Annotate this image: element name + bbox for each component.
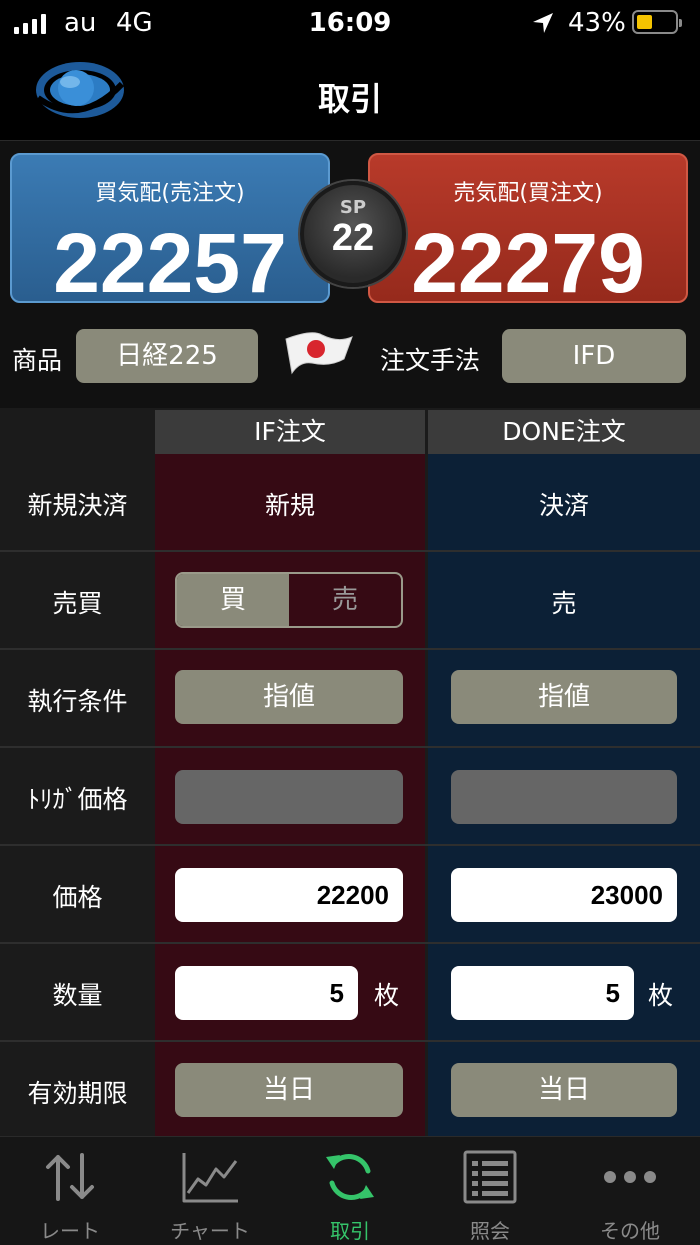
if-trigger-field[interactable]	[175, 770, 403, 824]
tab-trade-label: 取引	[330, 1219, 370, 1243]
chart-icon	[182, 1153, 238, 1203]
method-label: 注文手法	[380, 346, 481, 375]
if-exec-select[interactable]: 指値	[175, 670, 403, 724]
spread-badge: SP 22	[300, 181, 406, 287]
row-divider	[0, 844, 700, 846]
row-divider	[0, 648, 700, 650]
expiry-label: 有効期限	[27, 1079, 128, 1108]
battery-percent: 43%	[568, 8, 626, 38]
done-side-value: 売	[551, 589, 577, 618]
done-exec-select[interactable]: 指値	[451, 670, 677, 724]
tab-trade[interactable]: 取引	[280, 1137, 420, 1245]
done-new-close-value[interactable]: 決済	[428, 486, 700, 522]
tab-rate[interactable]: レート	[0, 1137, 140, 1245]
price-panel: 買気配(売注文) 22257 売気配(買注文) 22279 SP 22 商品 日…	[0, 140, 700, 409]
done-trigger-field[interactable]	[451, 770, 677, 824]
trigger-price-label: ﾄﾘｶﾞ価格	[27, 785, 128, 814]
tab-more[interactable]: その他	[560, 1137, 700, 1245]
tab-inquiry[interactable]: 照会	[420, 1137, 560, 1245]
trade-refresh-icon	[326, 1154, 374, 1200]
done-price-input[interactable]: 23000	[451, 868, 677, 922]
ask-quote-box[interactable]: 売気配(買注文) 22279	[368, 153, 688, 310]
list-icon	[463, 1150, 517, 1204]
row-divider	[0, 550, 700, 552]
tab-bar: レート チャート 取引 照会 その他	[0, 1136, 700, 1245]
product-label: 商品	[12, 346, 63, 375]
bid-label: 買気配(売注文)	[95, 181, 245, 206]
if-side-toggle[interactable]: 買 売	[175, 572, 403, 628]
quantity-label: 数量	[52, 981, 103, 1010]
order-table: IF注文 DONE注文 新規決済 新規 決済 売買 買 売 売 執行条件 指値 …	[0, 408, 700, 1136]
tab-chart[interactable]: チャート	[140, 1137, 280, 1245]
done-quantity-unit: 枚	[648, 981, 674, 1010]
done-expiry-select[interactable]: 当日	[451, 1063, 677, 1117]
tab-chart-label: チャート	[170, 1219, 250, 1243]
spread-value: 22	[331, 217, 375, 259]
price-label: 価格	[52, 883, 103, 912]
buy-segment[interactable]: 買	[177, 574, 289, 626]
if-column-header: IF注文	[155, 410, 425, 454]
row-divider	[0, 746, 700, 748]
method-select[interactable]: IFD	[502, 329, 686, 383]
sell-segment[interactable]: 売	[289, 574, 401, 626]
side-label: 売買	[52, 589, 103, 618]
new-close-label: 新規決済	[27, 491, 128, 520]
row-divider	[0, 942, 700, 944]
if-new-close-value[interactable]: 新規	[155, 486, 425, 522]
location-arrow-icon	[532, 12, 554, 38]
more-icon	[604, 1171, 656, 1183]
status-bar: au 4G 16:09 43%	[0, 0, 700, 48]
bid-quote-box[interactable]: 買気配(売注文) 22257	[10, 153, 330, 310]
product-select[interactable]: 日経225	[76, 329, 258, 383]
if-price-input[interactable]: 22200	[175, 868, 403, 922]
if-quantity-unit: 枚	[374, 981, 400, 1010]
japan-flag-icon	[282, 329, 354, 383]
spread-label: SP	[339, 197, 367, 218]
ask-label: 売気配(買注文)	[453, 181, 603, 206]
page-title: 取引	[317, 80, 382, 118]
tab-inquiry-label: 照会	[470, 1219, 510, 1243]
rate-arrows-icon	[46, 1153, 94, 1201]
row-divider	[0, 1040, 700, 1042]
tab-more-label: その他	[600, 1219, 660, 1243]
bid-price: 22257	[53, 216, 287, 310]
tab-rate-label: レート	[40, 1219, 100, 1243]
done-column-header: DONE注文	[428, 410, 700, 454]
if-expiry-select[interactable]: 当日	[175, 1063, 403, 1117]
ask-price: 22279	[411, 216, 645, 310]
exec-condition-label: 執行条件	[27, 687, 128, 716]
if-quantity-input[interactable]: 5	[175, 966, 358, 1020]
header: 取引	[0, 48, 700, 140]
battery-icon	[632, 10, 682, 34]
done-quantity-input[interactable]: 5	[451, 966, 634, 1020]
